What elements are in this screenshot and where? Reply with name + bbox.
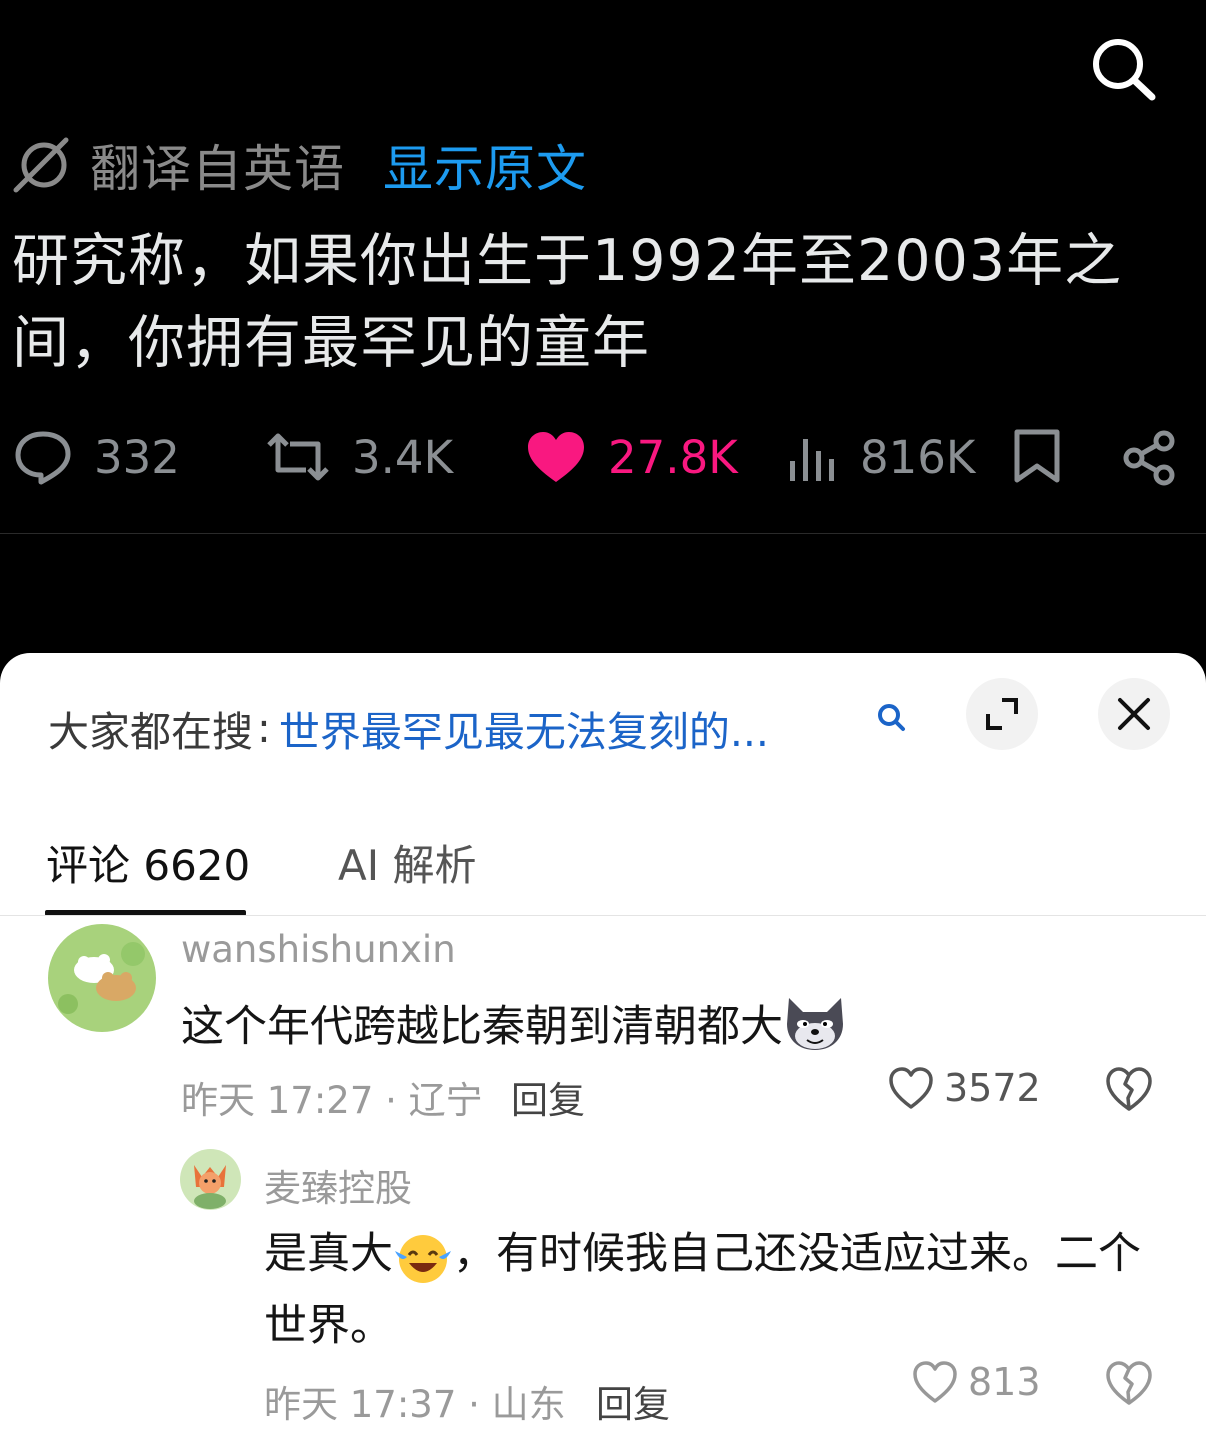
tweet-text: 研究称，如果你出生于1992年至2003年之间，你拥有最罕见的童年 — [12, 228, 1123, 376]
like-count: 27.8K — [608, 430, 738, 484]
hot-search-bar[interactable]: 大家都在搜 : 世界最罕见最无法复刻的... — [48, 700, 769, 756]
expand-icon — [986, 698, 1018, 730]
reply-count: 332 — [94, 430, 180, 484]
close-icon — [1118, 698, 1150, 730]
dislike-button[interactable] — [1104, 1066, 1154, 1116]
show-original-link[interactable]: 显示原文 — [383, 129, 587, 201]
comment-text-content: 是真大 — [264, 1229, 393, 1279]
tab-comments[interactable]: 评论 6620 — [46, 832, 250, 893]
comment-like-count: 813 — [968, 1360, 1041, 1404]
retweet-action[interactable]: 3.4K — [266, 422, 453, 492]
reply-action[interactable]: 332 — [14, 422, 180, 492]
comment-meta: 昨天 17:37 · 山东 — [264, 1383, 566, 1426]
comment-like-button[interactable]: 813 — [912, 1360, 1041, 1404]
heart-outline-icon — [913, 1361, 957, 1403]
reply-button[interactable]: 回复 — [511, 1070, 585, 1124]
avatar[interactable] — [180, 1149, 241, 1210]
retweet-count: 3.4K — [352, 430, 454, 484]
hot-search-query[interactable]: 世界最罕见最无法复刻的... — [279, 698, 769, 758]
tab-ai-analysis[interactable]: AI 解析 — [338, 832, 476, 893]
comment-username[interactable]: 麦臻控股 — [264, 1158, 412, 1212]
close-button[interactable] — [1098, 678, 1170, 750]
comment-text: 是真大 ，有时候我自己还没适应过来。二个世界。 — [264, 1218, 1144, 1362]
translation-bar: 翻译自英语 显示原文 — [12, 132, 587, 198]
heart-filled-icon — [528, 432, 584, 482]
like-action[interactable]: 27.8K — [526, 422, 738, 492]
divider — [0, 915, 1206, 916]
comment-text-content: 这个年代跨越比秦朝到清朝都大 — [181, 1002, 783, 1052]
broken-heart-icon — [1106, 1067, 1152, 1111]
share-icon[interactable] — [1122, 430, 1178, 490]
reply-button[interactable]: 回复 — [596, 1374, 670, 1428]
divider — [0, 533, 1206, 534]
comment-like-count: 3572 — [944, 1066, 1041, 1110]
heart-outline-icon — [889, 1067, 933, 1109]
retweet-icon — [267, 433, 329, 481]
bookmark-icon[interactable] — [1012, 428, 1062, 488]
hot-search-prefix: 大家都在搜 — [48, 708, 253, 756]
view-count: 816K — [860, 430, 976, 484]
avatar[interactable] — [48, 924, 156, 1032]
translate-icon — [13, 137, 69, 193]
laughing-tears-emoji-icon — [395, 1234, 451, 1283]
comment-text: 这个年代跨越比秦朝到清朝都大 — [181, 992, 847, 1054]
comment-bubble-icon — [15, 431, 71, 485]
search-icon[interactable] — [1088, 34, 1158, 102]
comment-like-button[interactable]: 3572 — [888, 1066, 1041, 1110]
wolf-emoji-icon — [787, 998, 843, 1050]
dislike-button[interactable] — [1104, 1360, 1154, 1410]
translated-from-label: 翻译自英语 — [90, 140, 345, 198]
search-icon[interactable] — [874, 700, 908, 734]
hot-search-colon: : — [257, 704, 271, 752]
broken-heart-icon — [1106, 1361, 1152, 1405]
comment-meta: 昨天 17:27 · 辽宁 — [181, 1079, 483, 1122]
expand-button[interactable] — [966, 678, 1038, 750]
views-chart-icon — [790, 439, 834, 481]
comment-username[interactable]: wanshishunxin — [181, 928, 456, 971]
views-action[interactable]: 816K — [788, 422, 975, 492]
